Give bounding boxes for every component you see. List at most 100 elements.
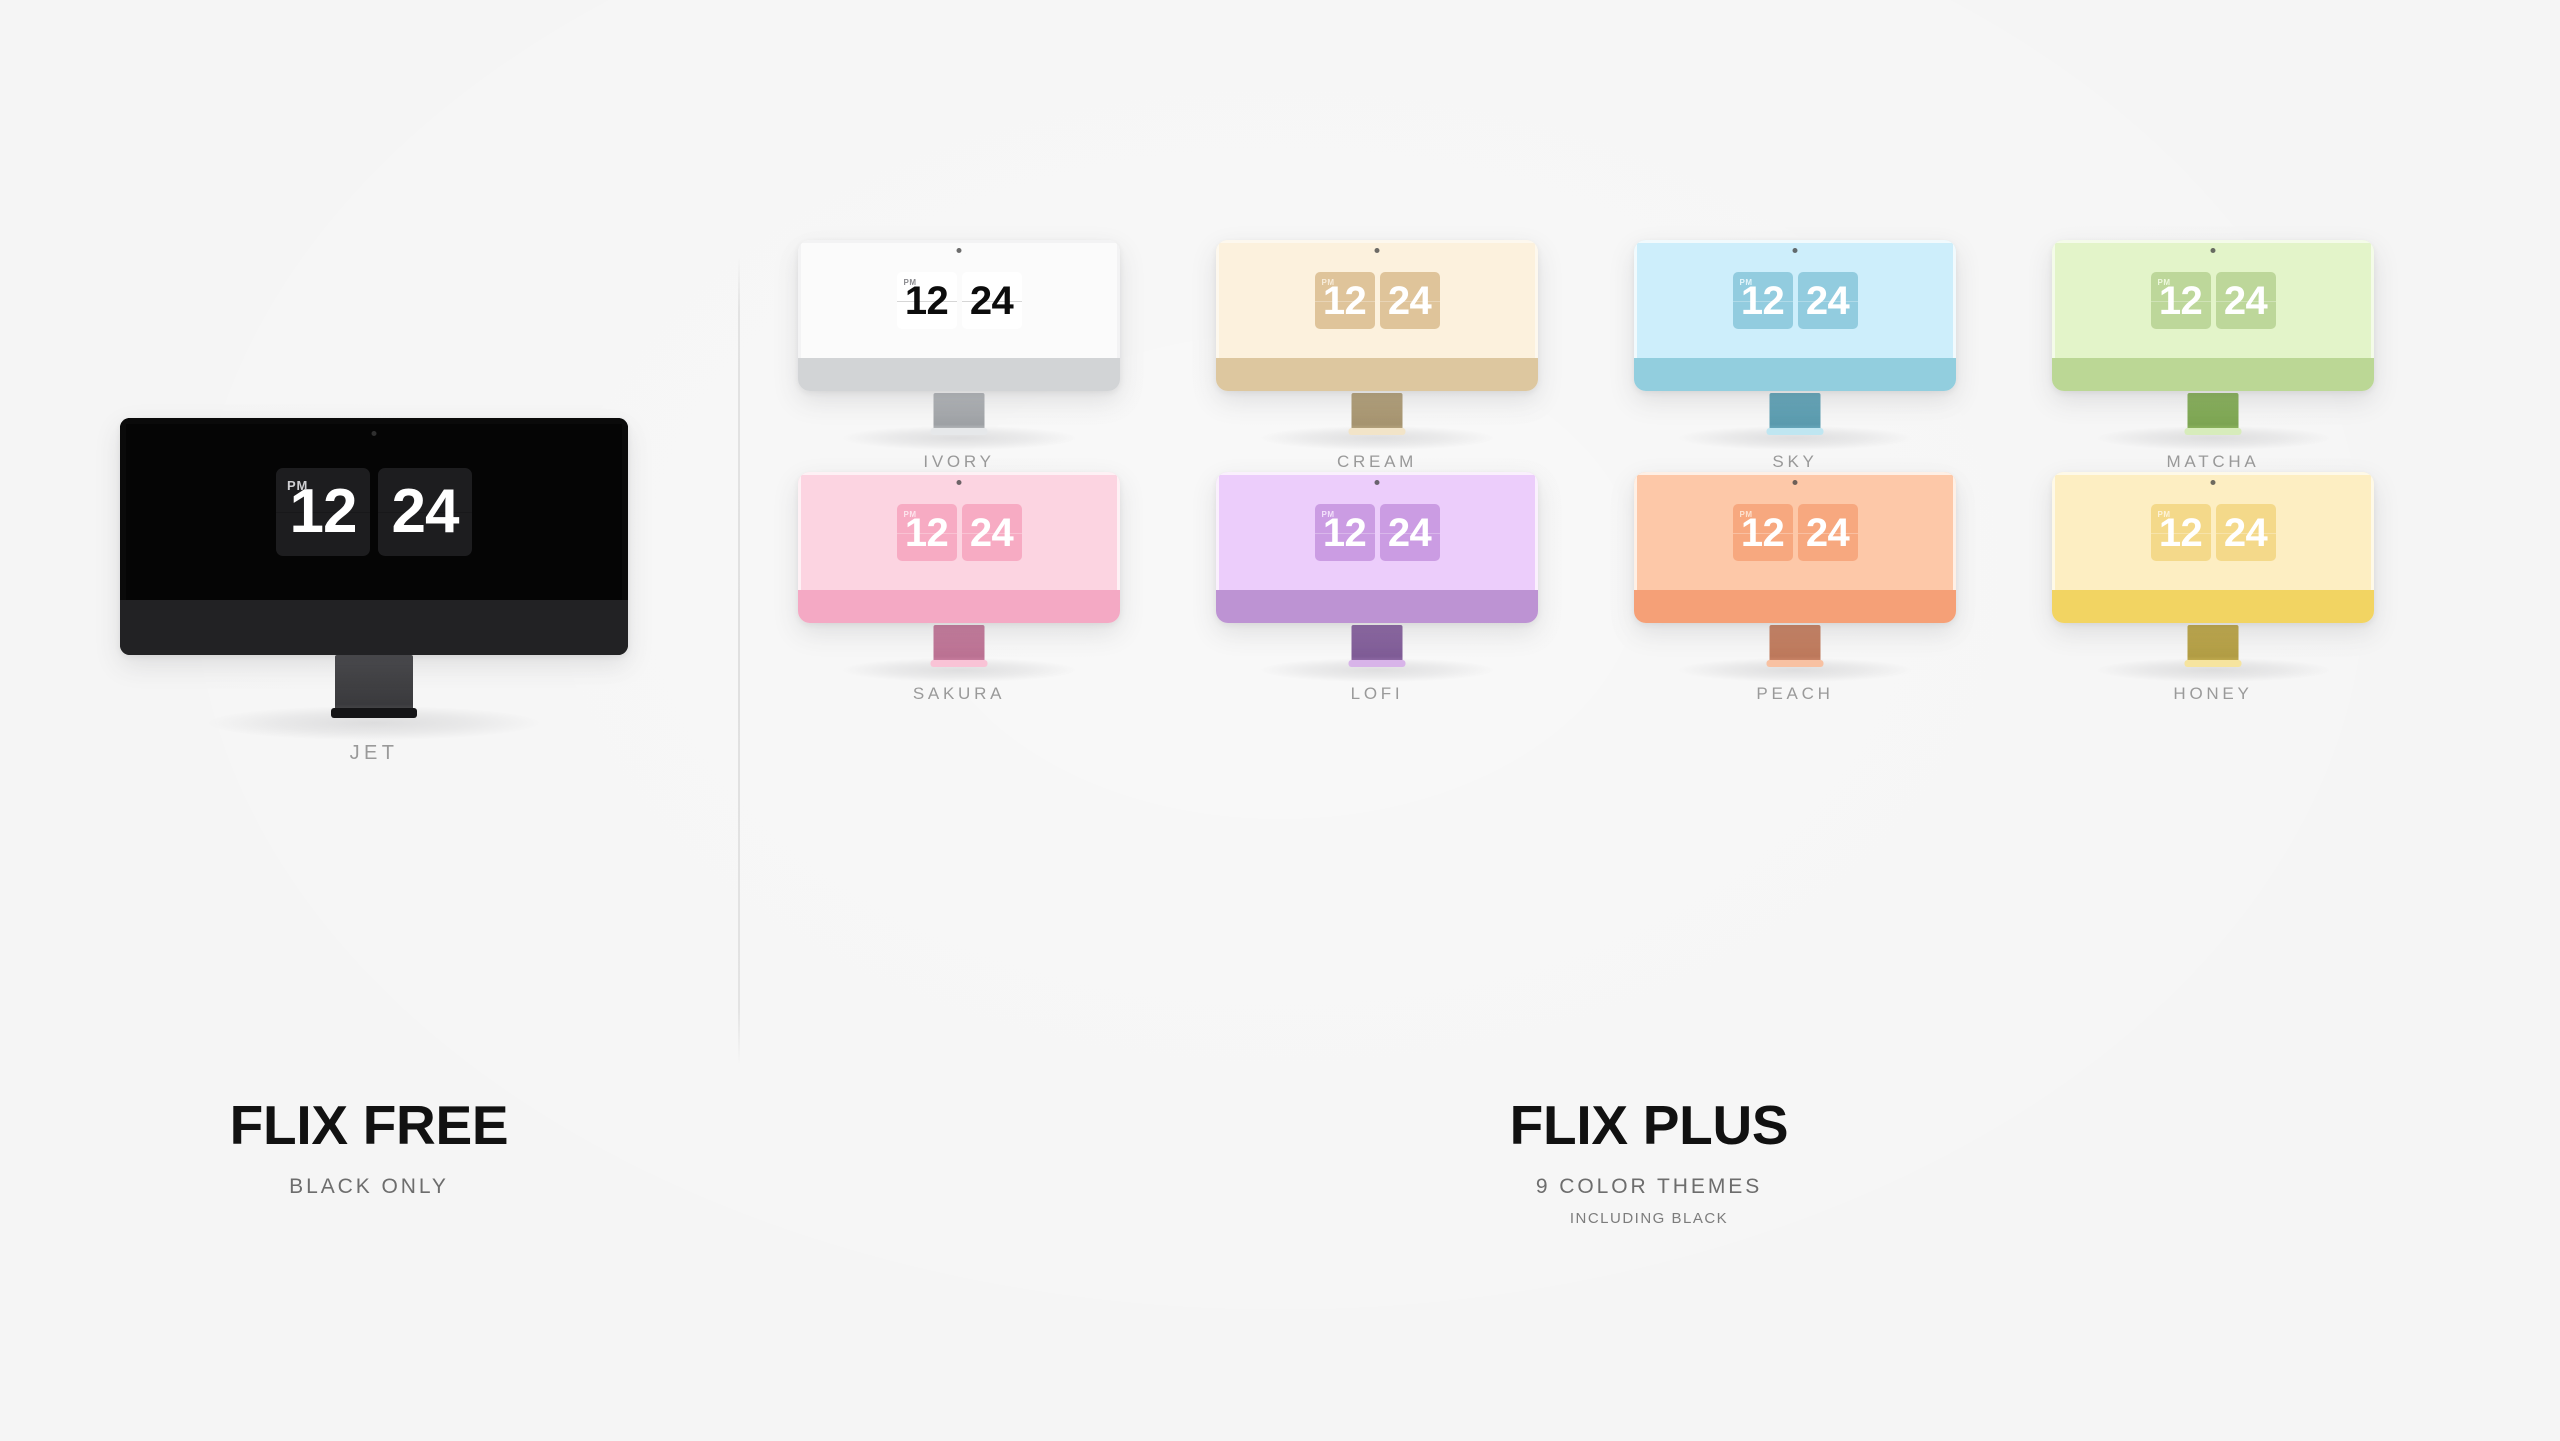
camera-icon — [2210, 248, 2216, 253]
monitor-screen[interactable]: PM 12 24 — [120, 418, 628, 600]
camera-icon — [956, 480, 962, 485]
section-divider — [738, 255, 740, 1065]
monitor-neck — [2187, 625, 2239, 661]
flix-plus-subtitle-2: INCLUDING BLACK — [1569, 1210, 1729, 1227]
flip-card-hours: PM 12 — [1732, 504, 1793, 561]
meridiem-label: PM — [1739, 510, 1753, 519]
meridiem-label: PM — [2157, 510, 2171, 519]
meridiem-label: PM — [903, 278, 917, 287]
monitor-foot — [331, 708, 417, 718]
monitor-ivory[interactable]: PM 12 24 IVORY — [798, 240, 1120, 471]
monitor-jet[interactable]: PM 12 24 JET — [120, 418, 628, 764]
flip-clock: PM 12 24 — [276, 468, 472, 556]
theme-label-sakura: SAKURA — [912, 684, 1006, 703]
monitor-neck — [1769, 393, 1821, 429]
flix-free-subtitle: BLACK ONLY — [289, 1175, 449, 1198]
theme-label-sky: SKY — [1772, 452, 1818, 471]
theme-label-honey: HONEY — [2173, 684, 2253, 703]
monitor-foot — [930, 660, 988, 667]
meridiem-label: PM — [2157, 278, 2171, 287]
monitor-body: PM 12 24 — [798, 240, 1120, 391]
flix-plus-heading: FLIX PLUS 9 COLOR THEMES INCLUDING BLACK — [738, 1094, 2560, 1228]
monitor-neck — [933, 625, 985, 661]
monitor-body: PM 12 24 — [798, 472, 1120, 623]
monitor-chin — [1634, 590, 1956, 623]
flip-card-minutes: 24 — [378, 468, 472, 556]
monitor-lofi[interactable]: PM 12 24 LOFI — [1216, 472, 1538, 703]
monitor-chin — [1634, 358, 1956, 391]
camera-icon — [1374, 480, 1380, 485]
camera-icon — [371, 431, 377, 436]
monitor-chin — [1216, 590, 1538, 623]
flix-plus-panel: PM 12 24 IVORY PM 12 24 CREAM PM 12 24 SKY PM 12 24 MAT… — [738, 0, 2560, 1441]
monitor-neck — [1351, 393, 1403, 429]
flip-card-minutes: 24 — [1797, 504, 1858, 561]
monitor-body: PM 12 24 — [2052, 472, 2374, 623]
camera-icon — [956, 248, 962, 253]
minutes-digits: 24 — [2223, 278, 2268, 323]
flip-clock: PM 12 24 — [2150, 504, 2276, 561]
meridiem-label: PM — [1739, 278, 1753, 287]
camera-icon — [1792, 480, 1798, 485]
monitor-screen[interactable]: PM 12 24 — [1634, 240, 1956, 358]
monitor-neck — [1351, 625, 1403, 661]
minutes-digits: 24 — [2223, 510, 2268, 555]
monitor-body: PM 12 24 — [1634, 472, 1956, 623]
theme-label-jet: JET — [349, 742, 399, 764]
flip-card-minutes: 24 — [1379, 504, 1440, 561]
theme-label-matcha: MATCHA — [2166, 452, 2260, 471]
flip-card-minutes: 24 — [2215, 272, 2276, 329]
monitor-honey[interactable]: PM 12 24 HONEY — [2052, 472, 2374, 703]
monitor-body: PM 12 24 — [1216, 472, 1538, 623]
flip-card-minutes: 24 — [961, 504, 1022, 561]
camera-icon — [1792, 248, 1798, 253]
theme-label-cream: CREAM — [1336, 452, 1418, 471]
flip-card-hours: PM 12 — [1314, 504, 1375, 561]
flix-plus-title: FLIX PLUS — [1509, 1094, 1789, 1156]
flip-clock: PM 12 24 — [1314, 504, 1440, 561]
monitor-neck — [1769, 625, 1821, 661]
monitor-foot — [930, 428, 988, 435]
minutes-digits: 24 — [1387, 510, 1432, 555]
monitor-screen[interactable]: PM 12 24 — [798, 472, 1120, 590]
flip-clock: PM 12 24 — [2150, 272, 2276, 329]
monitor-sky[interactable]: PM 12 24 SKY — [1634, 240, 1956, 471]
monitor-chin — [120, 600, 628, 655]
monitor-foot — [1766, 660, 1824, 667]
monitor-screen[interactable]: PM 12 24 — [1216, 472, 1538, 590]
monitor-screen[interactable]: PM 12 24 — [2052, 472, 2374, 590]
monitor-body: PM 12 24 — [1216, 240, 1538, 391]
meridiem-label: PM — [1321, 510, 1335, 519]
monitor-foot — [2184, 660, 2242, 667]
monitor-sakura[interactable]: PM 12 24 SAKURA — [798, 472, 1120, 703]
monitor-chin — [2052, 590, 2374, 623]
flix-free-heading: FLIX FREE BLACK ONLY — [0, 1098, 738, 1199]
monitor-matcha[interactable]: PM 12 24 MATCHA — [2052, 240, 2374, 471]
monitor-screen[interactable]: PM 12 24 — [1634, 472, 1956, 590]
monitor-chin — [798, 358, 1120, 391]
monitor-cream[interactable]: PM 12 24 CREAM — [1216, 240, 1538, 471]
camera-icon — [2210, 480, 2216, 485]
monitor-screen[interactable]: PM 12 24 — [798, 240, 1120, 358]
monitor-neck — [335, 655, 413, 711]
monitor-body: PM 12 24 — [1634, 240, 1956, 391]
monitor-peach[interactable]: PM 12 24 PEACH — [1634, 472, 1956, 703]
monitor-foot — [1348, 428, 1406, 435]
flip-card-hours: PM 12 — [2150, 504, 2211, 561]
monitor-neck — [2187, 393, 2239, 429]
poster-canvas: PM 12 24 JET FLIX FREE BLACK ONLY PM 12 … — [0, 0, 2560, 1441]
flip-card-hours: PM 12 — [276, 468, 370, 556]
monitor-screen[interactable]: PM 12 24 — [1216, 240, 1538, 358]
flip-card-hours: PM 12 — [2150, 272, 2211, 329]
flip-clock: PM 12 24 — [896, 272, 1022, 329]
monitor-screen[interactable]: PM 12 24 — [2052, 240, 2374, 358]
flip-card-minutes: 24 — [961, 272, 1022, 329]
minutes-digits: 24 — [1805, 510, 1850, 555]
monitor-chin — [798, 590, 1120, 623]
meridiem-label: PM — [903, 510, 917, 519]
monitor-chin — [2052, 358, 2374, 391]
flix-free-panel: PM 12 24 JET FLIX FREE BLACK ONLY — [0, 0, 738, 1441]
monitor-foot — [1348, 660, 1406, 667]
flip-clock: PM 12 24 — [1732, 504, 1858, 561]
flix-free-title: FLIX FREE — [229, 1094, 509, 1156]
